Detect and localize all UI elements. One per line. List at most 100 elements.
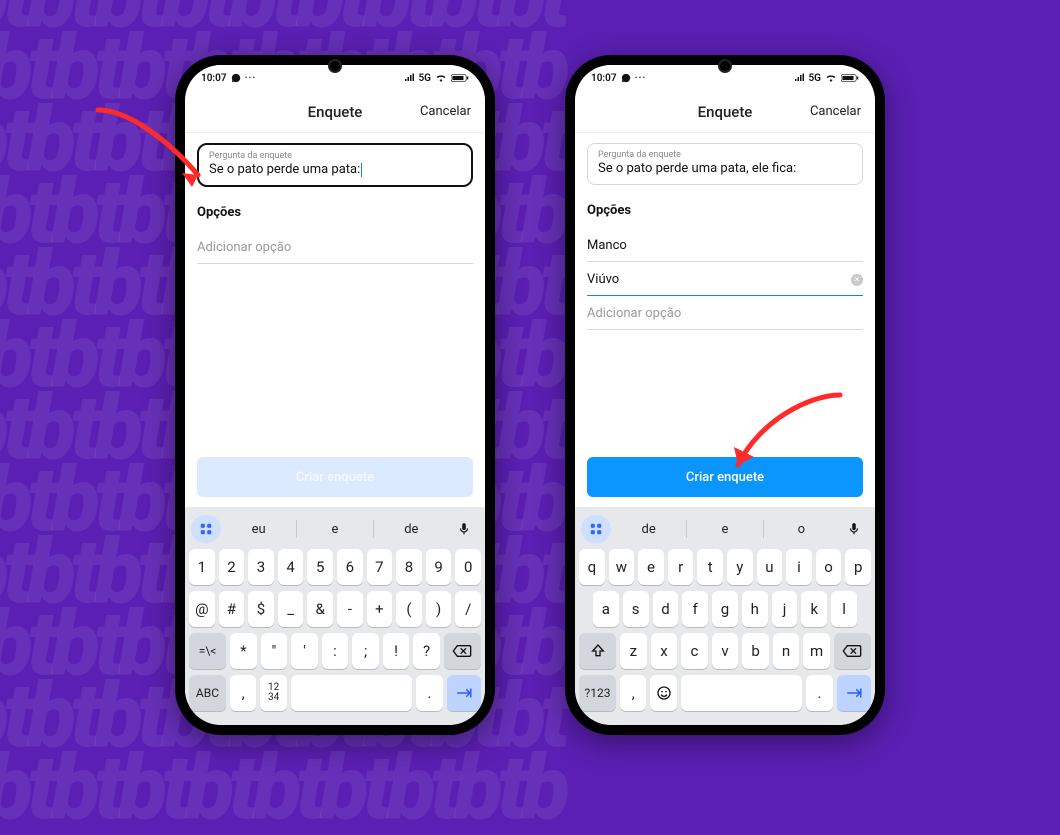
poll-question-label: Pergunta da enquete	[209, 151, 461, 161]
page-title: Enquete	[698, 103, 753, 121]
key[interactable]: &	[307, 591, 333, 627]
key[interactable]: i	[786, 549, 812, 585]
keyboard-apps-icon[interactable]	[581, 515, 611, 543]
key[interactable]: 2	[219, 549, 245, 585]
front-camera	[328, 59, 342, 73]
key[interactable]: #	[219, 591, 245, 627]
key-numfrac[interactable]: 1234	[260, 675, 286, 711]
key[interactable]: ;	[352, 633, 379, 669]
suggestion-1[interactable]: de	[615, 516, 682, 543]
key[interactable]: y	[727, 549, 753, 585]
key-comma[interactable]: ,	[620, 675, 646, 711]
key[interactable]: h	[742, 591, 768, 627]
key[interactable]: 7	[367, 549, 393, 585]
key[interactable]: p	[845, 549, 871, 585]
key[interactable]: a	[593, 591, 619, 627]
key-dot[interactable]: .	[806, 675, 832, 711]
key-backspace[interactable]	[834, 633, 871, 669]
key[interactable]: e	[638, 549, 664, 585]
add-option-input[interactable]: Adicionar opção	[587, 296, 863, 330]
key[interactable]: b	[742, 633, 769, 669]
suggestion-2[interactable]: e	[691, 516, 758, 543]
key-enter[interactable]	[837, 675, 871, 711]
whatsapp-icon	[231, 73, 241, 83]
key[interactable]: 6	[337, 549, 363, 585]
poll-question-value: Se o pato perde uma pata, ele fica:	[598, 161, 852, 176]
key[interactable]: 0	[455, 549, 481, 585]
key-abc[interactable]: ABC	[189, 675, 226, 711]
key[interactable]: 5	[307, 549, 333, 585]
key-symbols-page[interactable]: =\<	[189, 633, 226, 669]
battery-icon	[841, 73, 859, 83]
key[interactable]: m	[803, 633, 830, 669]
key[interactable]: u	[757, 549, 783, 585]
create-poll-button[interactable]: Criar enquete	[197, 457, 473, 497]
suggestion-2[interactable]: e	[301, 516, 368, 543]
key[interactable]: (	[396, 591, 422, 627]
key[interactable]: g	[712, 591, 738, 627]
suggestion-1[interactable]: eu	[225, 516, 292, 543]
cancel-button[interactable]: Cancelar	[810, 104, 861, 119]
poll-question-field[interactable]: Pergunta da enquete Se o pato perde uma …	[587, 143, 863, 185]
key[interactable]: o	[816, 549, 842, 585]
key[interactable]: _	[278, 591, 304, 627]
key[interactable]: :	[322, 633, 349, 669]
key[interactable]: j	[772, 591, 798, 627]
key[interactable]: l	[831, 591, 857, 627]
key[interactable]: /	[455, 591, 481, 627]
keyboard-apps-icon[interactable]	[191, 515, 221, 543]
poll-question-field[interactable]: Pergunta da enquete Se o pato perde uma …	[197, 143, 473, 187]
status-time: 10:07	[591, 73, 617, 84]
mic-icon[interactable]	[449, 515, 479, 543]
key[interactable]: q	[579, 549, 605, 585]
key[interactable]: 4	[278, 549, 304, 585]
create-poll-button[interactable]: Criar enquete	[587, 457, 863, 497]
key[interactable]: $	[248, 591, 274, 627]
key[interactable]: @	[189, 591, 215, 627]
option-row[interactable]: Viúvo ✕	[587, 262, 863, 296]
key-nums[interactable]: ?123	[579, 675, 616, 711]
key[interactable]: 1	[189, 549, 215, 585]
key[interactable]: !	[383, 633, 410, 669]
key[interactable]: v	[712, 633, 739, 669]
option-row[interactable]: Manco	[587, 228, 863, 262]
status-more-icon: ···	[635, 73, 647, 84]
key-emoji[interactable]	[650, 675, 676, 711]
mic-icon[interactable]	[839, 515, 869, 543]
key-space[interactable]	[681, 675, 802, 711]
cancel-button[interactable]: Cancelar	[420, 104, 471, 119]
key[interactable]: ?	[413, 633, 440, 669]
key-backspace[interactable]	[444, 633, 481, 669]
key-space[interactable]	[291, 675, 412, 711]
key[interactable]: '	[291, 633, 318, 669]
key[interactable]: t	[697, 549, 723, 585]
key[interactable]: k	[801, 591, 827, 627]
key[interactable]: s	[623, 591, 649, 627]
key[interactable]: d	[653, 591, 679, 627]
key[interactable]: w	[609, 549, 635, 585]
options-section-label: Opções	[587, 203, 863, 218]
suggestion-3[interactable]: de	[378, 516, 445, 543]
key[interactable]: )	[426, 591, 452, 627]
key-comma[interactable]: ,	[230, 675, 256, 711]
poll-question-value: Se o pato perde uma pata:	[209, 162, 461, 177]
key[interactable]: 8	[396, 549, 422, 585]
key-enter[interactable]	[447, 675, 481, 711]
key[interactable]: *	[230, 633, 257, 669]
suggestion-3[interactable]: o	[768, 516, 835, 543]
remove-option-icon[interactable]: ✕	[851, 274, 863, 286]
add-option-input[interactable]: Adicionar opção	[197, 230, 473, 264]
key[interactable]: +	[367, 591, 393, 627]
key[interactable]: f	[682, 591, 708, 627]
key[interactable]: -	[337, 591, 363, 627]
key[interactable]: z	[620, 633, 647, 669]
key[interactable]: n	[773, 633, 800, 669]
key[interactable]: c	[681, 633, 708, 669]
key[interactable]: x	[651, 633, 678, 669]
key-shift[interactable]	[579, 633, 616, 669]
key[interactable]: 9	[426, 549, 452, 585]
key[interactable]: "	[261, 633, 288, 669]
key[interactable]: 3	[248, 549, 274, 585]
key[interactable]: r	[668, 549, 694, 585]
key-dot[interactable]: .	[416, 675, 442, 711]
